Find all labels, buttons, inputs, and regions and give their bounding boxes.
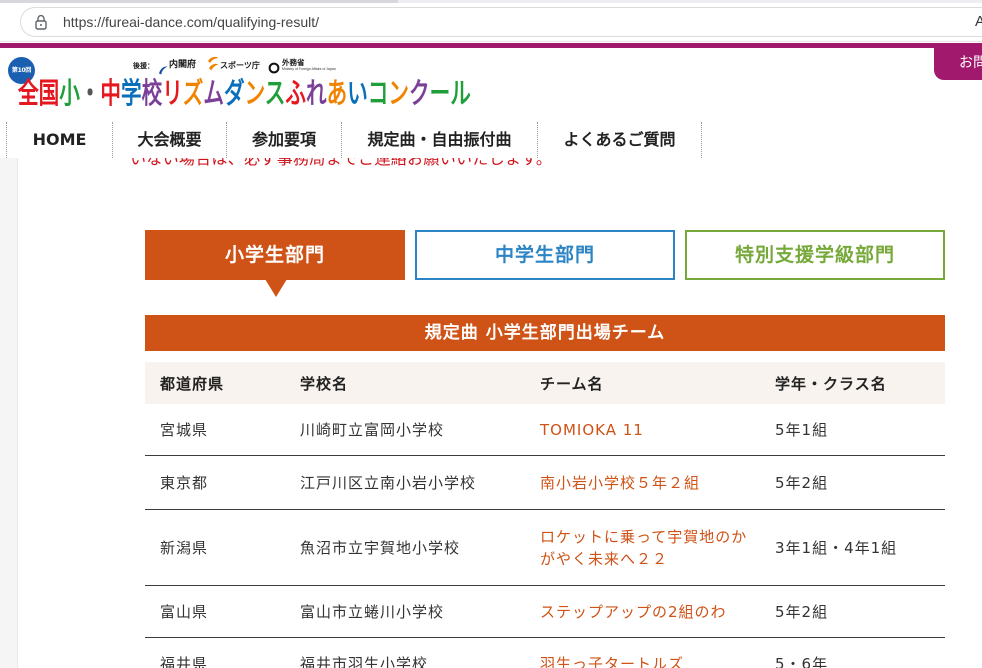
cell-team: ステップアップの2組のわ: [525, 586, 760, 638]
site-title-char: ル: [450, 76, 471, 110]
table-header-row: 都道府県 学校名 チーム名 学年・クラス名: [145, 362, 945, 404]
site-title-char: ー: [429, 76, 451, 110]
cell-prefecture: 福井県: [160, 655, 209, 668]
site-title-char: い: [347, 76, 368, 110]
cell-team-wrap: 羽生っ子タートルズ: [525, 638, 760, 668]
site-title-char: ふ: [285, 76, 306, 110]
cell-school: 魚沼市立宇賀地小学校: [285, 510, 525, 586]
site-title-char: 中: [100, 76, 122, 110]
site-title-char: ン: [244, 76, 265, 110]
nav-item-overview[interactable]: 大会概要: [112, 122, 226, 158]
site-title-char: ス: [264, 76, 286, 110]
cell-grade: 3年1組・4年1組: [760, 510, 945, 586]
browser-toolbar: https://fureai-dance.com/qualifying-resu…: [0, 0, 982, 42]
nav-item-music[interactable]: 規定曲・自由振付曲: [341, 122, 537, 158]
site-title-char: ・: [79, 76, 101, 110]
cabinet-office-logo-icon: [158, 60, 168, 75]
contact-button[interactable]: お問: [934, 46, 982, 80]
site-title-char: ク: [408, 76, 430, 110]
cell-school: 川崎町立富岡小学校: [285, 404, 525, 456]
read-aloud-icon[interactable]: A: [975, 13, 982, 31]
team-table: 都道府県 学校名 チーム名 学年・クラス名 宮城県 川崎町立富岡小学校 TOMI…: [145, 362, 945, 668]
table-row: 新潟県 魚沼市立宇賀地小学校 ロケットに乗って宇賀地のかがやく未来へ２２ 3年1…: [145, 510, 945, 586]
tab-junior-high[interactable]: 中学生部門: [415, 230, 675, 280]
sponsor-name: 外務省: [282, 58, 305, 67]
cell-team: TOMIOKA 11: [525, 404, 760, 456]
sponsor-name: スポーツ庁: [220, 61, 260, 70]
page: https://fureai-dance.com/qualifying-resu…: [0, 0, 982, 668]
team-table-wrapper: 都道府県 学校名 チーム名 学年・クラス名 宮城県 川崎町立富岡小学校 TOMI…: [145, 362, 945, 668]
site-title-char: 小: [59, 76, 80, 110]
cell-grade-wrap: 5・6年: [760, 638, 945, 668]
brand-stripe: [0, 43, 982, 48]
tab-strip-edge: [0, 0, 398, 3]
table-row: 福井県 福井市羽生小学校 羽生っ子タートルズ 5・6年: [145, 638, 945, 668]
cell-school-wrap: 福井市羽生小学校: [285, 638, 525, 668]
cell-school: 福井市羽生小学校: [300, 655, 429, 668]
support-label: 後援：: [133, 62, 154, 70]
site-title: 全国小・中学校リズムダンスふれあいコンクール: [18, 74, 471, 112]
tab-strip-edge: [398, 0, 982, 3]
cell-team: 羽生っ子タートルズ: [540, 655, 685, 668]
site-title-char: 校: [141, 76, 163, 110]
cell-school: 富山市立蜷川小学校: [285, 586, 525, 638]
cell-team: 南小岩小学校５年２組: [525, 456, 760, 510]
table-row: 富山県 富山市立蜷川小学校 ステップアップの2組のわ 5年2組: [145, 586, 945, 638]
url-text[interactable]: https://fureai-dance.com/qualifying-resu…: [63, 14, 319, 30]
sponsor-name: 内閣府: [169, 60, 197, 70]
nav-item-home[interactable]: HOME: [6, 122, 112, 158]
table-row: 宮城県 川崎町立富岡小学校 TOMIOKA 11 5年1組: [145, 404, 945, 456]
header-grade: 学年・クラス名: [760, 362, 945, 404]
cell-grade: 5年2組: [760, 456, 945, 510]
cell-prefecture: 東京都: [145, 456, 285, 510]
site-title-char: ダ: [224, 76, 245, 110]
nav-item-guidelines[interactable]: 参加要項: [226, 122, 341, 158]
active-tab-pointer: [265, 279, 287, 297]
table-row: 東京都 江戸川区立南小岩小学校 南小岩小学校５年２組 5年2組: [145, 456, 945, 510]
cell-grade: 5年2組: [760, 586, 945, 638]
cell-prefecture: 新潟県: [145, 510, 285, 586]
sponsor-subtitle: Ministry of Foreign Affairs of Japan: [282, 67, 336, 71]
nav-list: HOME 大会概要 参加要項 規定曲・自由振付曲 よくあるご質問: [6, 122, 702, 158]
site-title-char: ズ: [182, 76, 204, 110]
page-gutter: [0, 158, 18, 668]
header-school: 学校名: [285, 362, 525, 404]
cell-school: 江戸川区立南小岩小学校: [285, 456, 525, 510]
cell-prefecture: 富山県: [145, 586, 285, 638]
header-team: チーム名: [525, 362, 760, 404]
sports-agency-logo-icon: [206, 55, 220, 71]
cell-prefecture: 宮城県: [145, 404, 285, 456]
site-title-char: ン: [388, 76, 409, 110]
site-title-char: 国: [38, 76, 60, 110]
tab-special-support[interactable]: 特別支援学級部門: [685, 230, 945, 280]
nav-item-faq[interactable]: よくあるご質問: [537, 122, 702, 158]
main-nav: HOME 大会概要 参加要項 規定曲・自由振付曲 よくあるご質問: [0, 115, 982, 158]
tab-elementary[interactable]: 小学生部門: [145, 230, 405, 280]
lock-icon[interactable]: [34, 14, 48, 30]
site-title-char: ム: [203, 76, 225, 110]
header-prefecture: 都道府県: [145, 362, 285, 404]
site-title-char: あ: [326, 76, 348, 110]
cell-prefecture-wrap: 福井県: [145, 638, 285, 668]
site-title-char: 全: [18, 76, 39, 110]
site-title-char: れ: [305, 76, 327, 110]
cell-team: ロケットに乗って宇賀地のかがやく未来へ２２: [525, 510, 760, 586]
cell-grade: 5年1組: [760, 404, 945, 456]
address-bar[interactable]: https://fureai-dance.com/qualifying-resu…: [20, 7, 982, 37]
site-title-char: コ: [367, 76, 389, 110]
cell-grade: 5・6年: [775, 655, 829, 668]
site-title-char: リ: [162, 76, 183, 110]
site-title-char: 学: [121, 76, 142, 110]
mofa-logo-icon: [268, 59, 280, 74]
section-title: 規定曲 小学生部門出場チーム: [145, 315, 945, 351]
